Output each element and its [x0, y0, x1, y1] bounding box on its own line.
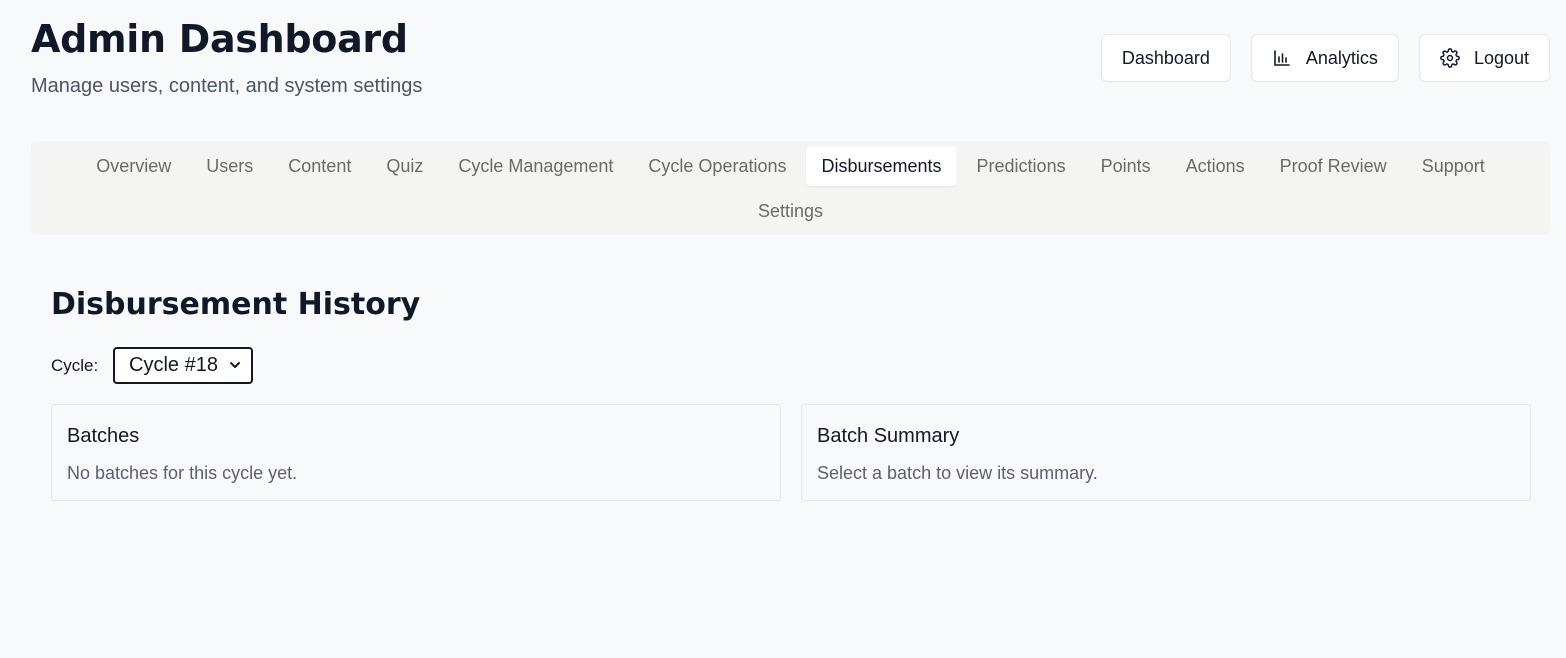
- batch-summary-title: Batch Summary: [817, 425, 960, 447]
- tab-cycle-operations[interactable]: Cycle Operations: [633, 146, 801, 186]
- tab-content[interactable]: Content: [273, 146, 366, 186]
- tab-points[interactable]: Points: [1086, 146, 1166, 186]
- tab-quiz[interactable]: Quiz: [371, 146, 438, 186]
- chevron-down-icon: [229, 354, 241, 377]
- tab-actions[interactable]: Actions: [1171, 146, 1260, 186]
- page-subtitle: Manage users, content, and system settin…: [31, 75, 423, 97]
- dashboard-button[interactable]: Dashboard: [1100, 34, 1231, 82]
- admin-dashboard-page: Admin Dashboard Manage users, content, a…: [0, 0, 1566, 658]
- tab-proof-review[interactable]: Proof Review: [1265, 146, 1402, 186]
- tab-overview[interactable]: Overview: [81, 146, 186, 186]
- dashboard-button-label: Dashboard: [1121, 47, 1210, 68]
- tab-predictions[interactable]: Predictions: [962, 146, 1081, 186]
- tab-support[interactable]: Support: [1407, 146, 1500, 186]
- cycle-select[interactable]: Cycle #18: [113, 347, 253, 384]
- gear-icon: [1440, 48, 1460, 68]
- batches-empty-text: No batches for this cycle yet.: [67, 463, 298, 483]
- tab-users[interactable]: Users: [191, 146, 268, 186]
- admin-tabs: Overview Users Content Quiz Cycle Manage…: [31, 141, 1550, 235]
- bar-chart-icon: [1272, 48, 1292, 68]
- batches-title: Batches: [67, 425, 140, 447]
- logout-button-label: Logout: [1473, 47, 1529, 68]
- tab-settings[interactable]: Settings: [743, 191, 838, 231]
- tab-row: Settings: [31, 191, 1550, 231]
- batch-summary-empty-text: Select a batch to view its summary.: [817, 463, 1098, 483]
- analytics-button[interactable]: Analytics: [1250, 34, 1399, 82]
- analytics-button-label: Analytics: [1305, 47, 1378, 68]
- cycle-select-value: Cycle #18: [129, 354, 218, 376]
- page-title: Admin Dashboard: [31, 17, 408, 61]
- tab-row: Overview Users Content Quiz Cycle Manage…: [31, 146, 1550, 186]
- batch-summary-card: Batch Summary Select a batch to view its…: [801, 404, 1531, 501]
- batches-card: Batches No batches for this cycle yet.: [51, 404, 781, 501]
- section-title: Disbursement History: [51, 287, 421, 322]
- header-actions: Dashboard Analytics Logout: [1100, 34, 1550, 82]
- tab-disbursements[interactable]: Disbursements: [806, 146, 957, 186]
- page-header: Admin Dashboard Manage users, content, a…: [31, 16, 1550, 116]
- logout-button[interactable]: Logout: [1418, 34, 1550, 82]
- cycle-label: Cycle:: [51, 356, 99, 375]
- tab-cycle-management[interactable]: Cycle Management: [443, 146, 628, 186]
